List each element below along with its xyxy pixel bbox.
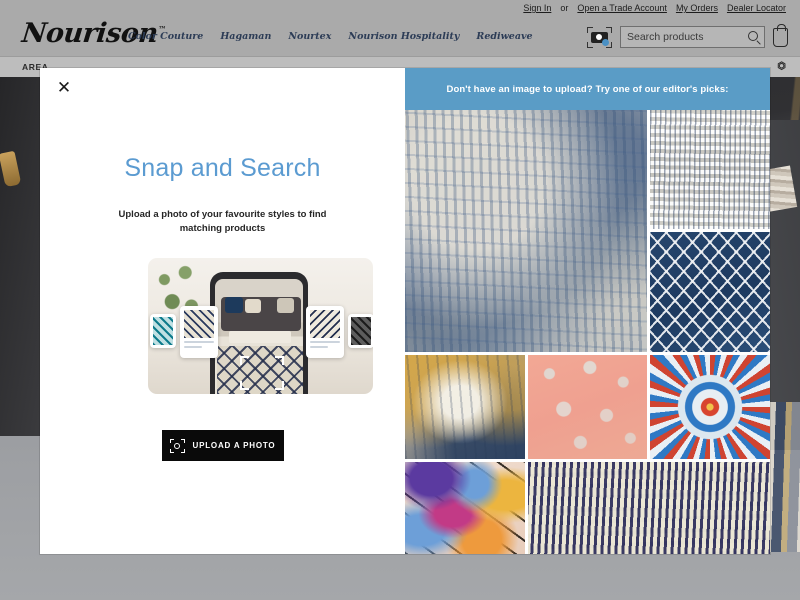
snap-and-search-illustration [148,258,373,394]
illustration-pillow-navy [225,297,243,313]
page-title: Snap and Search [124,154,321,182]
nav-rediweave[interactable]: Rediweave [476,31,532,42]
pick-multicolor-swirl[interactable] [405,461,525,554]
illustration-coffee-table [229,331,291,343]
editors-picks-banner: Don't have an image to upload? Try one o… [405,68,770,110]
header-search-area: Search products [587,23,788,48]
modal-subtitle: Upload a photo of your favourite styles … [118,209,327,234]
pick-navy-trellis[interactable] [650,232,770,352]
search-input[interactable]: Search products [620,26,765,48]
shopping-bag-icon[interactable] [773,23,788,47]
upload-button-label: UPLOAD A PHOTO [192,441,276,450]
brand-nav: Color Couture Hagaman Nourtex Nourison H… [128,31,533,42]
upload-a-photo-button[interactable]: UPLOAD A PHOTO [161,430,284,461]
editors-picks-grid [405,110,770,554]
scan-brackets-icon [240,356,284,390]
illustration-phone [210,272,308,394]
sign-in-link[interactable]: Sign In [523,3,551,13]
pick-abstract-blue-grey[interactable] [405,110,648,352]
open-trade-account-link[interactable]: Open a Trade Account [577,3,667,13]
visual-search-camera-icon[interactable] [587,26,612,48]
dealer-locator-link[interactable]: Dealer Locator [727,3,786,13]
share-icon[interactable]: ⏣ [777,61,786,72]
nav-nourtex[interactable]: Nourtex [288,31,331,42]
pick-blush-floral[interactable] [527,354,648,459]
pick-navy-ikat[interactable] [527,461,770,554]
search-icon[interactable] [748,31,758,41]
illustration-swatch-card [306,306,344,358]
site-header: Sign In or Open a Trade Account My Order… [0,0,800,56]
illustration-swatch-card [348,314,373,348]
illustration-phone-screen [215,279,303,394]
nav-hagaman[interactable]: Hagaman [220,31,271,42]
illustration-pillow-cream [245,299,261,313]
snap-and-search-modal: ✕ Snap and Search Upload a photo of your… [40,68,770,554]
search-placeholder: Search products [627,31,704,43]
pick-gold-abstract[interactable] [405,354,525,459]
nav-nourison-hospitality[interactable]: Nourison Hospitality [348,31,459,42]
illustration-swatch-card [180,306,218,358]
my-orders-link[interactable]: My Orders [676,3,718,13]
close-icon[interactable]: ✕ [52,76,76,100]
account-links: Sign In or Open a Trade Account My Order… [523,0,786,16]
account-links-or: or [560,3,569,13]
camera-scan-icon [169,438,185,453]
illustration-swatch-card [150,314,176,348]
modal-left-panel: ✕ Snap and Search Upload a photo of your… [40,68,405,554]
editors-picks-panel: Don't have an image to upload? Try one o… [405,68,770,554]
pick-ivory-stripe[interactable] [650,110,770,230]
nav-color-couture[interactable]: Color Couture [128,31,203,42]
illustration-pillow-beige [277,298,294,313]
pick-blue-medallion[interactable] [650,354,770,459]
